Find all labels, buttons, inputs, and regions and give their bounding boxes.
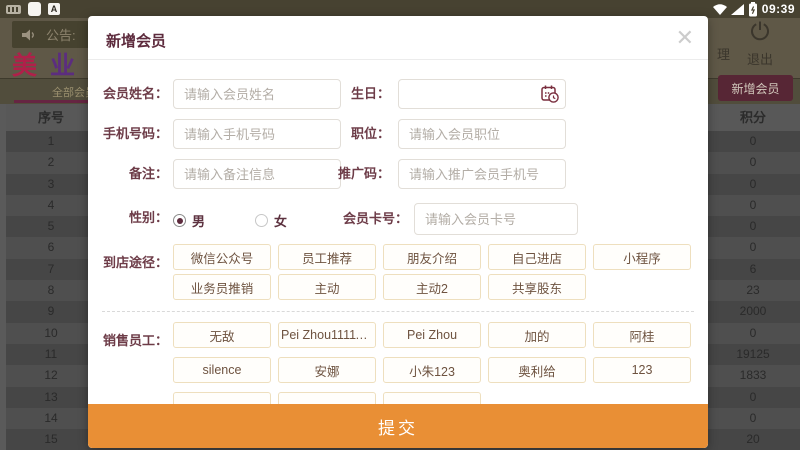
row-points: 0 — [749, 410, 757, 425]
radio-male[interactable] — [173, 214, 186, 227]
row-serial: 12 — [44, 368, 58, 383]
sales-staff-option[interactable]: 奥利给 — [488, 357, 586, 383]
sales-staff-option[interactable] — [383, 392, 481, 404]
row-points: 0 — [749, 240, 757, 255]
close-icon[interactable]: ✕ — [676, 25, 694, 51]
card-number-input[interactable] — [414, 203, 578, 235]
row-points: 0 — [749, 155, 757, 170]
column-points: 积分 — [739, 110, 766, 125]
sales-staff-option[interactable]: 123 — [593, 357, 691, 383]
birthday-label: 生日： — [350, 86, 390, 101]
sales-staff-option[interactable]: silence — [173, 357, 271, 383]
promo-code-label: 推广码： — [337, 166, 390, 181]
speaker-icon — [22, 29, 34, 40]
calendar-date-picker-icon[interactable] — [540, 84, 561, 105]
row-serial: 13 — [44, 389, 58, 404]
sales-staff-option[interactable]: Pei Zhou111111111 — [278, 322, 376, 348]
logo-char: 业 — [50, 52, 76, 80]
nav-item-partial[interactable]: 理 — [717, 44, 730, 63]
phone-label: 手机号码： — [102, 126, 168, 141]
row-points: 0 — [749, 176, 757, 191]
row-points: 0 — [749, 134, 757, 148]
add-member-button[interactable]: 新增会员 — [718, 75, 793, 101]
battery-charging-icon — [748, 1, 757, 16]
section-divider — [102, 311, 694, 312]
logout-label: 退出 — [746, 52, 773, 67]
sales-staff-options: 无敌 Pei Zhou111111111 Pei Zhou 加的 阿桂 sile… — [173, 322, 703, 404]
column-serial: 序号 — [37, 110, 64, 125]
submit-button[interactable]: 提交 — [88, 404, 708, 448]
row-points: 0 — [749, 325, 757, 340]
row-points: 0 — [749, 389, 757, 404]
sales-staff-label: 销售员工： — [102, 333, 168, 348]
card-number-label: 会员卡号： — [342, 211, 408, 226]
row-serial: 6 — [47, 240, 55, 255]
logout-button[interactable]: 退出 — [744, 20, 776, 68]
member-name-label: 会员姓名： — [102, 86, 168, 101]
store-path-option[interactable]: 小程序 — [593, 244, 691, 270]
store-path-option[interactable]: 朋友介绍 — [383, 244, 481, 270]
row-points: 0 — [749, 197, 757, 212]
input-method-a-icon: A — [48, 3, 60, 15]
promo-code-input[interactable] — [398, 159, 566, 189]
row-serial: 3 — [47, 176, 55, 191]
store-path-options: 微信公众号 员工推荐 朋友介绍 自己进店 小程序 业务员推销 主动 主动2 共享… — [173, 244, 703, 300]
sales-staff-option[interactable]: 无敌 — [173, 322, 271, 348]
store-path-option[interactable]: 主动2 — [383, 274, 481, 300]
remark-label: 备注： — [128, 166, 168, 181]
signal-icon — [730, 3, 744, 15]
sales-staff-option[interactable]: 加的 — [488, 322, 586, 348]
position-label: 职位： — [350, 126, 390, 141]
row-points: 19125 — [736, 346, 770, 361]
add-member-modal: 新增会员 ✕ 会员姓名： 生日： 手机号码： 职位： — [88, 16, 708, 448]
row-serial: 1 — [47, 134, 55, 148]
row-points: 23 — [746, 283, 760, 298]
modal-title: 新增会员 — [106, 33, 167, 50]
modal-titlebar: 新增会员 ✕ — [88, 16, 708, 60]
wifi-icon — [712, 3, 727, 15]
sales-staff-option[interactable] — [173, 392, 271, 404]
store-path-option[interactable]: 自己进店 — [488, 244, 586, 270]
row-serial: 9 — [47, 304, 55, 319]
row-serial: 2 — [47, 155, 55, 170]
store-path-option[interactable]: 员工推荐 — [278, 244, 376, 270]
sales-staff-option[interactable]: 安娜 — [278, 357, 376, 383]
row-serial: 7 — [47, 261, 55, 276]
keyboard-icon — [6, 4, 21, 14]
app-screen: A 09:39 公告: 美业翼 理 退出 全部会员 — [0, 0, 800, 450]
power-icon — [751, 21, 769, 41]
row-serial: 11 — [44, 346, 58, 361]
row-points: 2000 — [739, 304, 767, 319]
gender-label: 性别： — [128, 210, 168, 225]
sales-staff-option[interactable]: 阿桂 — [593, 322, 691, 348]
sales-staff-option[interactable]: 小朱123 — [383, 357, 481, 383]
row-points: 6 — [749, 261, 757, 276]
row-serial: 10 — [44, 325, 58, 340]
store-path-option[interactable]: 微信公众号 — [173, 244, 271, 270]
table-left-edge — [0, 104, 6, 450]
modal-body: 会员姓名： 生日： 手机号码： 职位： 备注： 推广码： — [88, 61, 708, 404]
announcement-label: 公告: — [46, 28, 76, 43]
store-path-label: 到店途径： — [102, 255, 168, 270]
sales-staff-option[interactable] — [278, 392, 376, 404]
row-points: 1833 — [739, 368, 767, 383]
row-points: 20 — [746, 432, 760, 447]
radio-male-label: 男 — [192, 214, 206, 229]
row-points: 0 — [749, 219, 757, 234]
store-path-option[interactable]: 主动 — [278, 274, 376, 300]
sales-staff-option[interactable]: Pei Zhou — [383, 322, 481, 348]
row-serial: 4 — [47, 197, 55, 212]
row-serial: 8 — [47, 283, 55, 298]
store-path-option[interactable]: 业务员推销 — [173, 274, 271, 300]
logo-char: 美 — [12, 52, 38, 80]
row-serial: 5 — [47, 219, 55, 234]
row-serial: 14 — [44, 410, 58, 425]
store-path-option[interactable]: 共享股东 — [488, 274, 586, 300]
row-serial: 15 — [44, 432, 58, 447]
clock: 09:39 — [761, 2, 795, 16]
ime-notification-icon — [28, 2, 41, 16]
position-input[interactable] — [398, 119, 566, 149]
